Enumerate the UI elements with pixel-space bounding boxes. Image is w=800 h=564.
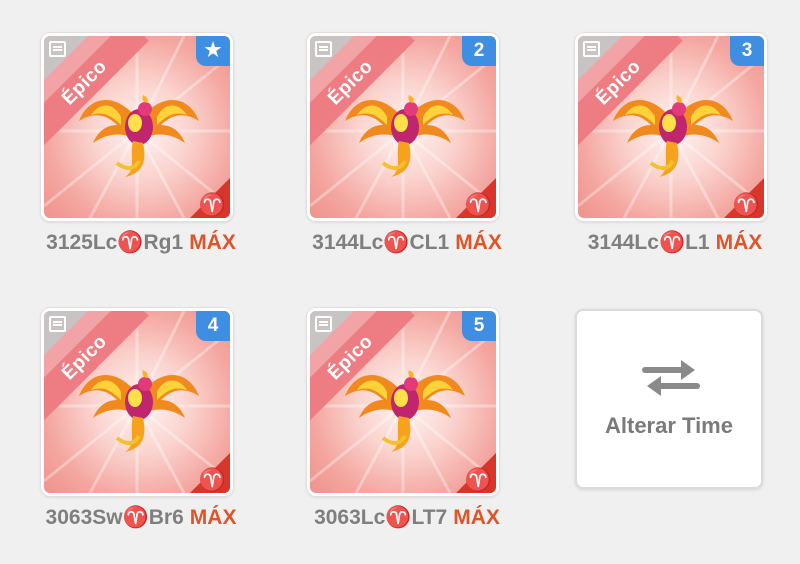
max-level-label: MÁX xyxy=(189,506,237,529)
book-icon[interactable] xyxy=(315,316,332,332)
aries-element-icon: ♈ xyxy=(732,192,760,217)
phoenix-monster-icon xyxy=(79,95,199,177)
phoenix-monster-icon xyxy=(79,370,199,452)
monster-name: 3144Lc♈L1 MÁX xyxy=(575,231,775,255)
monster-card[interactable]: Épico 3 ♈ xyxy=(575,33,767,221)
switch-team-button[interactable]: Alterar Time xyxy=(575,309,763,489)
monster-code: 3144Lc♈L1 xyxy=(587,231,710,254)
monster-name: 3063Sw♈Br6 MÁX xyxy=(41,506,241,530)
monster-name: 3125Lc♈Rg1 MÁX xyxy=(41,231,241,255)
monster-name: 3063Lc♈LT7 MÁX xyxy=(307,506,507,530)
swap-arrows-icon xyxy=(642,360,700,396)
aries-element-icon: ♈ xyxy=(464,467,492,492)
max-level-label: MÁX xyxy=(455,231,502,254)
phoenix-monster-icon xyxy=(613,95,733,177)
monster-name: 3144Lc♈CL1 MÁX xyxy=(307,231,507,255)
aries-element-icon: ♈ xyxy=(198,192,226,217)
slot-badge: 2 xyxy=(462,36,496,66)
slot-badge: 4 xyxy=(196,311,230,341)
monster-card[interactable]: Épico 4 ♈ xyxy=(41,308,233,496)
monster-card[interactable]: Épico 5 ♈ xyxy=(307,308,499,496)
monster-code: 3063Sw♈Br6 xyxy=(45,506,184,529)
aries-element-icon: ♈ xyxy=(464,192,492,217)
slot-badge: 5 xyxy=(462,311,496,341)
monster-code: 3063Lc♈LT7 xyxy=(314,506,448,529)
book-icon[interactable] xyxy=(583,41,600,57)
monster-card[interactable]: Épico ★ ♈ xyxy=(41,33,233,221)
monster-card[interactable]: Épico 2 ♈ xyxy=(307,33,499,221)
max-level-label: MÁX xyxy=(453,506,500,529)
slot-badge: ★ xyxy=(196,36,230,66)
book-icon[interactable] xyxy=(49,41,66,57)
slot-badge: 3 xyxy=(730,36,764,66)
book-icon[interactable] xyxy=(49,316,66,332)
book-icon[interactable] xyxy=(315,41,332,57)
monster-code: 3144Lc♈CL1 xyxy=(312,231,450,254)
monster-code: 3125Lc♈Rg1 xyxy=(46,231,184,254)
max-level-label: MÁX xyxy=(189,231,236,254)
phoenix-monster-icon xyxy=(345,370,465,452)
switch-team-label: Alterar Time xyxy=(605,413,733,438)
max-level-label: MÁX xyxy=(715,231,763,254)
phoenix-monster-icon xyxy=(345,95,465,177)
aries-element-icon: ♈ xyxy=(198,467,226,492)
